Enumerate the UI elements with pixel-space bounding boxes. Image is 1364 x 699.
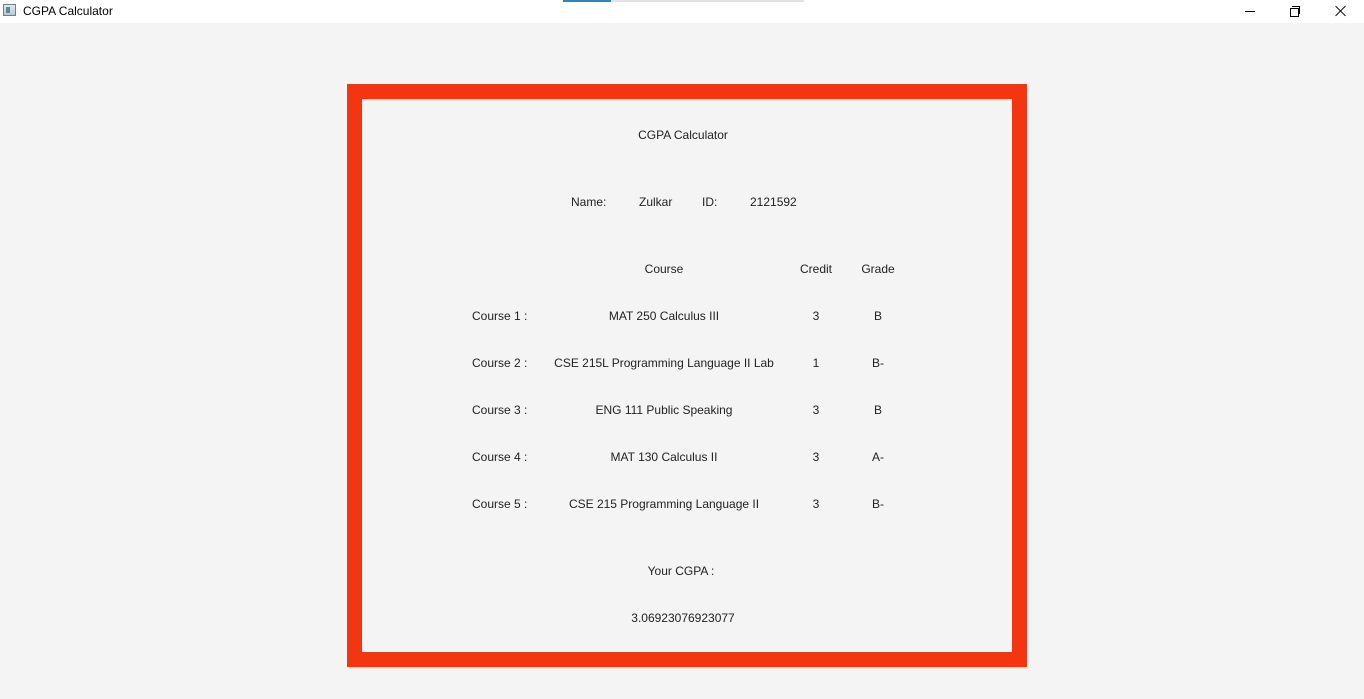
course-row-label: Course 2 : xyxy=(472,356,528,370)
course-grade: B- xyxy=(872,497,884,511)
course-name: ENG 111 Public Speaking xyxy=(595,403,733,417)
course-grade: B- xyxy=(872,356,884,370)
id-label: ID: xyxy=(702,195,718,209)
course-row-label: Course 3 : xyxy=(472,403,528,417)
cgpa-label: Your CGPA : xyxy=(647,564,715,578)
credit-header: Credit xyxy=(799,262,833,276)
title-accent-strip xyxy=(563,0,611,2)
title-accent-strip-grey xyxy=(611,0,804,2)
restore-button[interactable] xyxy=(1272,0,1318,22)
calculator-panel xyxy=(347,84,1027,667)
name-label: Name: xyxy=(571,195,607,209)
course-row-label: Course 1 : xyxy=(472,309,528,323)
course-credit: 3 xyxy=(812,450,820,464)
grade-header: Grade xyxy=(861,262,895,276)
minimize-icon xyxy=(1245,10,1255,12)
close-button[interactable] xyxy=(1318,0,1364,22)
cgpa-value: 3.06923076923077 xyxy=(631,611,735,625)
course-grade: B xyxy=(873,403,883,417)
course-row-label: Course 5 : xyxy=(472,497,528,511)
close-icon xyxy=(1335,5,1347,17)
course-grade: B xyxy=(873,309,883,323)
id-value: 2121592 xyxy=(750,195,797,209)
title-bar: CGPA Calculator xyxy=(0,0,1364,23)
course-credit: 3 xyxy=(812,497,820,511)
panel-heading: CGPA Calculator xyxy=(638,128,728,142)
minimize-button[interactable] xyxy=(1227,0,1273,22)
restore-icon xyxy=(1290,6,1300,17)
course-name: CSE 215L Programming Language II Lab xyxy=(554,356,774,370)
course-credit: 3 xyxy=(812,309,820,323)
app-window-icon xyxy=(3,4,16,16)
window-title: CGPA Calculator xyxy=(23,4,113,18)
course-credit: 3 xyxy=(812,403,820,417)
course-row-label: Course 4 : xyxy=(472,450,528,464)
course-name: MAT 250 Calculus III xyxy=(608,309,720,323)
course-header: Course xyxy=(644,262,684,276)
course-name: CSE 215 Programming Language II xyxy=(568,497,760,511)
course-name: MAT 130 Calculus II xyxy=(610,450,718,464)
name-value: Zulkar xyxy=(639,195,673,209)
course-grade: A- xyxy=(872,450,884,464)
course-credit: 1 xyxy=(812,356,820,370)
